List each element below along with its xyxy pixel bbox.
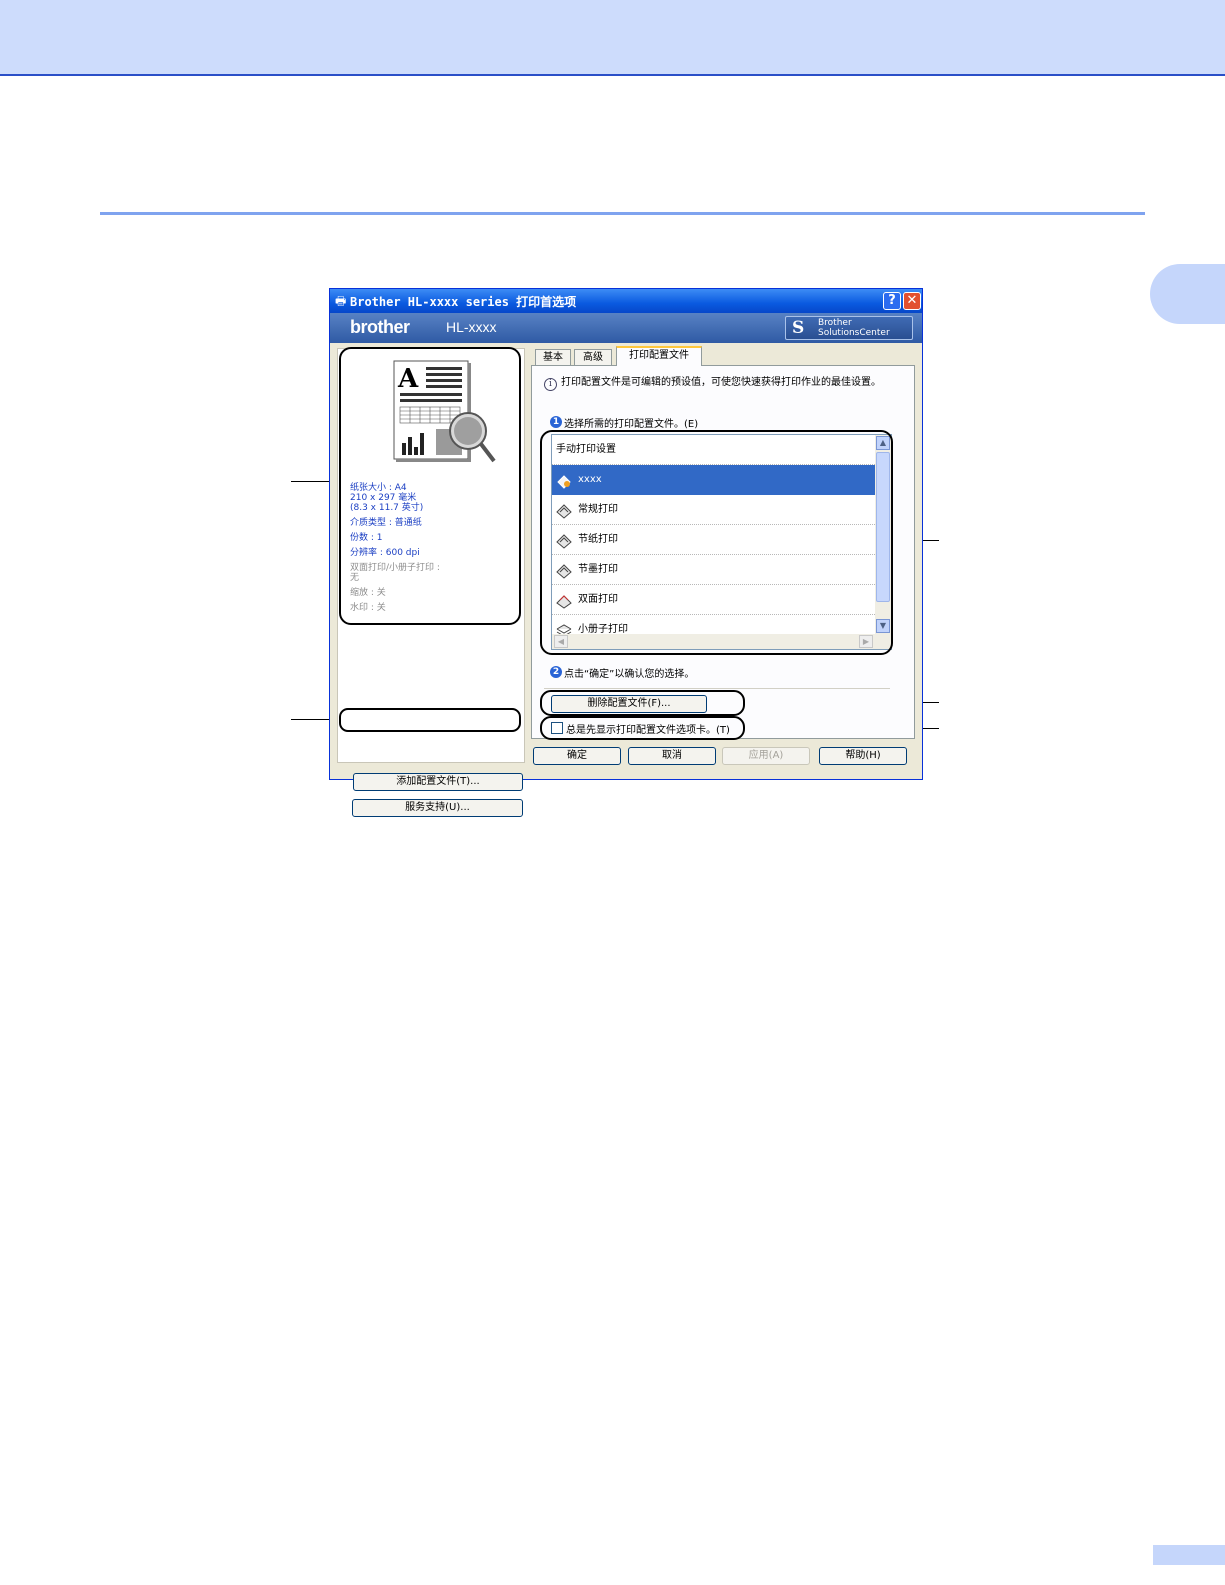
ok-button[interactable]: 确定 bbox=[533, 747, 621, 765]
chapter-tab bbox=[1150, 264, 1225, 324]
support-button[interactable]: 服务支持(U)... bbox=[352, 799, 523, 817]
panel-divider bbox=[544, 688, 890, 689]
callout-oval-add-button bbox=[339, 708, 521, 732]
brother-logo: brother bbox=[350, 317, 410, 337]
callout-oval-profile-list bbox=[540, 430, 893, 655]
printer-icon: 🖶 bbox=[335, 294, 347, 308]
tab-basic[interactable]: 基本 bbox=[535, 349, 571, 365]
window-title: Brother HL-xxxx series 打印首选项 bbox=[350, 295, 577, 309]
cancel-button[interactable]: 取消 bbox=[628, 747, 716, 765]
step-2-label: 点击“确定”以确认您的选择。 bbox=[564, 669, 695, 680]
tab-advanced[interactable]: 高级 bbox=[574, 349, 612, 365]
page-number-tab bbox=[1153, 1545, 1225, 1565]
page-header-band bbox=[0, 0, 1225, 76]
solutions-center-button[interactable]: S Brother SolutionsCenter bbox=[785, 316, 913, 340]
apply-button[interactable]: 应用(A) bbox=[722, 747, 810, 765]
help-title-button[interactable]: ? bbox=[883, 292, 901, 310]
close-button[interactable]: ✕ bbox=[903, 292, 921, 310]
solutions-center-label-line2: SolutionsCenter bbox=[818, 328, 890, 338]
callout-oval-checkbox bbox=[540, 716, 745, 740]
solutions-center-icon: S bbox=[792, 318, 805, 338]
profiles-info-text: 打印配置文件是可编辑的预设值，可使您快速获得打印作业的最佳设置。 bbox=[561, 377, 881, 388]
info-icon: i bbox=[544, 378, 557, 391]
callout-oval-delete-button bbox=[540, 690, 745, 716]
help-button[interactable]: 帮助(H) bbox=[819, 747, 907, 765]
callout-oval-settings bbox=[339, 347, 521, 625]
step-1-label: 选择所需的打印配置文件。(E) bbox=[564, 419, 699, 430]
solutions-center-label-line1: Brother bbox=[818, 318, 852, 328]
section-rule bbox=[100, 212, 1145, 215]
tab-print-profiles[interactable]: 打印配置文件 bbox=[616, 346, 702, 366]
model-name: HL-xxxx bbox=[446, 319, 497, 335]
step-2-icon: 2 bbox=[550, 666, 562, 678]
brand-banner: brother HL-xxxx S Brother SolutionsCente… bbox=[330, 313, 922, 343]
step-1-icon: 1 bbox=[550, 416, 562, 428]
title-bar[interactable]: 🖶 Brother HL-xxxx series 打印首选项 ? ✕ bbox=[330, 289, 922, 313]
add-profile-button[interactable]: 添加配置文件(T)... bbox=[353, 773, 523, 791]
